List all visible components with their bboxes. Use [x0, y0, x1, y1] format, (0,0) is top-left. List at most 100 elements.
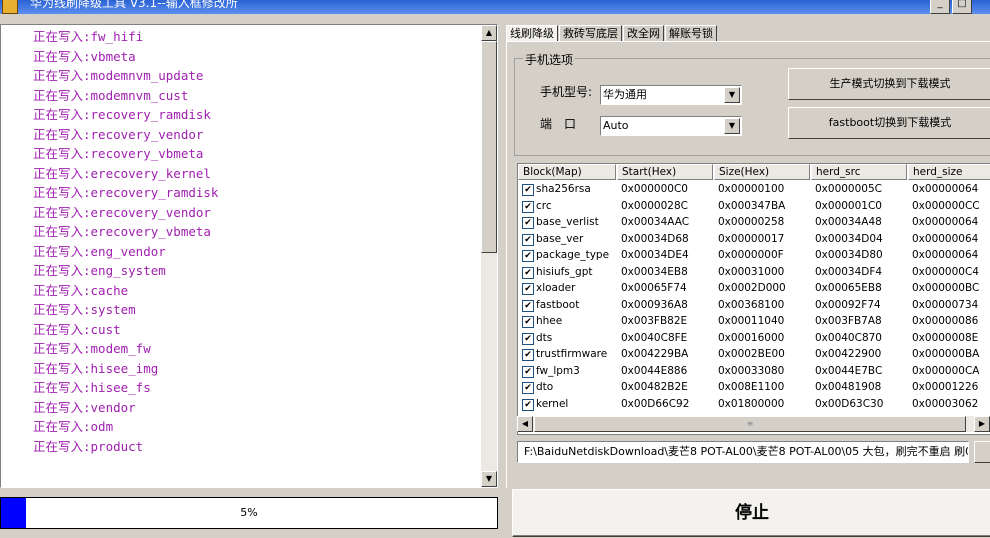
row-checkbox[interactable]: ✔ — [522, 382, 534, 394]
table-row[interactable]: ✔ xloader 0x00065F74 0x0002D000 0x00065EB8 0x… — [518, 280, 990, 297]
table-row[interactable]: ✔ fw_lpm3 0x0044E886 0x00033080 0x0044E7BC 0x… — [518, 363, 990, 380]
row-checkbox[interactable]: ✔ — [522, 266, 534, 279]
log-panel: 正在写入:fw_hifi 正在写入:vbmeta 正在写入:modemnvm_upd… — [0, 24, 498, 488]
tab-flash-downgrade[interactable]: 线刷降级 — [506, 25, 558, 42]
tab-unlock-account[interactable]: 解账号锁 — [665, 25, 717, 41]
table-cell: 0x00422900 — [815, 348, 882, 360]
row-checkbox[interactable]: ✔ — [522, 365, 534, 378]
table-cell: 0x0002BE00 — [718, 348, 785, 360]
table-row[interactable]: ✔ dts 0x0040C8FE 0x00016000 0x0040C870 0x0000… — [518, 330, 990, 347]
column-header[interactable]: Start(Hex) — [617, 164, 713, 180]
table-cell: 0x000347BA — [718, 199, 786, 212]
file-path-field[interactable]: F:\BaiduNetdiskDownload\麦芒8 POT-AL00\麦芒8… — [517, 441, 969, 463]
fastboot-to-download-button[interactable]: fastboot切换到下载模式 — [788, 107, 990, 139]
model-select[interactable]: 华为通用 ▼ — [600, 85, 742, 105]
table-cell: 0x00000064 — [912, 232, 979, 245]
row-checkbox[interactable]: ✔ — [522, 233, 534, 246]
table-row[interactable]: ✔ crc 0x0000028C 0x000347BA 0x000001C0 0x0000… — [518, 198, 990, 215]
log-line: 正在写入:modemnvm_cust — [33, 87, 189, 103]
table-cell: 0x00000086 — [912, 315, 979, 327]
row-checkbox[interactable]: ✔ — [522, 217, 534, 229]
scroll-down-icon[interactable]: ▼ — [481, 471, 497, 487]
row-checkbox[interactable]: ✔ — [522, 283, 534, 295]
table-row[interactable]: ✔ sha256rsa 0x000000C0 0x00000100 0x0000005C… — [518, 181, 990, 198]
column-header[interactable]: Size(Hex) — [714, 164, 810, 180]
column-header[interactable]: herd_src — [811, 164, 907, 180]
table-cell: 0x00034AAC — [621, 216, 690, 228]
table-row[interactable]: ✔ kernel 0x00D66C92 0x01800000 0x00D63C30 0x0… — [518, 396, 990, 413]
table-cell: 0x00065F74 — [621, 282, 687, 294]
table-cell: 0x000001C0 — [815, 199, 882, 212]
table-cell: 0x00031000 — [718, 265, 785, 278]
table-row[interactable]: ✔ base_verlist 0x00034AAC 0x00000258 0x00034… — [518, 214, 990, 231]
scroll-right-icon[interactable]: ▶ — [974, 416, 990, 432]
restore-button[interactable]: □ — [952, 0, 972, 14]
log-line: 正在写入:erecovery_vbmeta — [33, 224, 211, 239]
table-row[interactable]: ✔ hhee 0x003FB82E 0x00011040 0x003FB7A8 0x000… — [518, 313, 990, 330]
table-cell: 0x00034D04 — [815, 232, 883, 245]
row-checkbox[interactable]: ✔ — [522, 349, 534, 361]
table-cell: 0x00000064 — [912, 249, 979, 261]
table-cell: 0x00034DE4 — [621, 249, 689, 261]
table-cell: 0x000000BA — [912, 348, 980, 360]
minimize-button[interactable]: _ — [930, 0, 950, 14]
log-line: 正在写入:eng_system — [33, 263, 166, 278]
browse-button[interactable] — [974, 441, 990, 463]
table-cell: kernel — [536, 397, 569, 410]
table-cell: hisiufs_gpt — [536, 265, 593, 278]
table-cell: package_type — [536, 249, 610, 261]
scroll-left-icon[interactable]: ◀ — [517, 416, 533, 432]
table-cell: xloader — [536, 282, 576, 294]
stop-button[interactable]: 停止 — [512, 489, 990, 537]
table-cell: 0x00092F74 — [815, 298, 881, 311]
chevron-down-icon[interactable]: ▼ — [724, 87, 740, 103]
model-value: 华为通用 — [603, 88, 647, 101]
table-cell: 0x00034D80 — [815, 249, 883, 261]
scroll-up-icon[interactable]: ▲ — [481, 25, 497, 41]
port-select[interactable]: Auto ▼ — [600, 116, 742, 136]
row-checkbox[interactable]: ✔ — [522, 200, 534, 213]
table-row[interactable]: ✔ base_ver 0x00034D68 0x00000017 0x00034D04 0… — [518, 231, 990, 248]
table-hscrollbar[interactable]: ◀ ≡ ▶ — [517, 416, 990, 432]
row-checkbox[interactable]: ✔ — [522, 316, 534, 328]
table-cell: 0x00D63C30 — [815, 397, 884, 410]
row-checkbox[interactable]: ✔ — [522, 299, 534, 312]
log-line: 正在写入:erecovery_kernel — [33, 165, 211, 181]
table-row[interactable]: ✔ dto 0x00482B2E 0x008E1100 0x00481908 0x0000… — [518, 379, 990, 396]
table-cell: 0x00011040 — [718, 315, 785, 327]
log-line: 正在写入:product — [33, 438, 144, 454]
table-cell: 0x0002D000 — [718, 282, 786, 294]
row-checkbox[interactable]: ✔ — [522, 398, 534, 411]
row-checkbox[interactable]: ✔ — [522, 184, 534, 196]
hscroll-thumb[interactable]: ≡ — [534, 416, 966, 432]
production-to-download-button[interactable]: 生产模式切换到下载模式 — [788, 68, 990, 100]
table-cell: 0x00033080 — [718, 364, 785, 377]
log-line: 正在写入:erecovery_ramdisk — [33, 185, 219, 200]
log-line: 正在写入:cust — [33, 321, 121, 337]
table-cell: base_ver — [536, 232, 584, 245]
row-checkbox[interactable]: ✔ — [522, 250, 534, 262]
table-row[interactable]: ✔ fastboot 0x000936A8 0x00368100 0x00092F74 0… — [518, 297, 990, 314]
tab-full-network[interactable]: 改全网 — [623, 25, 664, 41]
log-line: 正在写入:recovery_vbmeta — [33, 146, 204, 161]
row-checkbox[interactable]: ✔ — [522, 332, 534, 345]
table-row[interactable]: ✔ hisiufs_gpt 0x00034EB8 0x00031000 0x00034D… — [518, 264, 990, 281]
chevron-down-icon[interactable]: ▼ — [724, 118, 740, 134]
window-title: 华为线刷降级工具 V3.1--输入框修改所 — [30, 0, 238, 10]
table-row[interactable]: ✔ package_type 0x00034DE4 0x0000000F 0x00034… — [518, 247, 990, 264]
table-cell: 0x0000005C — [815, 183, 882, 195]
tab-unbrick[interactable]: 救砖写底层 — [559, 25, 622, 41]
progress-label: 5% — [240, 506, 258, 519]
table-row[interactable]: ✔ trustfirmware 0x004229BA 0x0002BE00 0x0042… — [518, 346, 990, 363]
table-cell: 0x00000734 — [912, 298, 979, 311]
column-header[interactable]: herd_size — [908, 164, 990, 180]
scroll-thumb[interactable] — [481, 41, 497, 253]
table-cell: 0x0040C8FE — [621, 331, 688, 344]
title-bar: 华为线刷降级工具 V3.1--输入框修改所 _ □ — [0, 0, 990, 14]
table-cell: 0x00000064 — [912, 183, 979, 195]
table-cell: 0x00000258 — [718, 216, 785, 228]
log-line: 正在写入:modem_fw — [33, 341, 151, 356]
log-line: 正在写入:fw_hifi — [33, 29, 144, 44]
log-scrollbar[interactable]: ▲ ▼ — [481, 25, 497, 487]
column-header[interactable]: Block(Map) — [518, 164, 616, 180]
